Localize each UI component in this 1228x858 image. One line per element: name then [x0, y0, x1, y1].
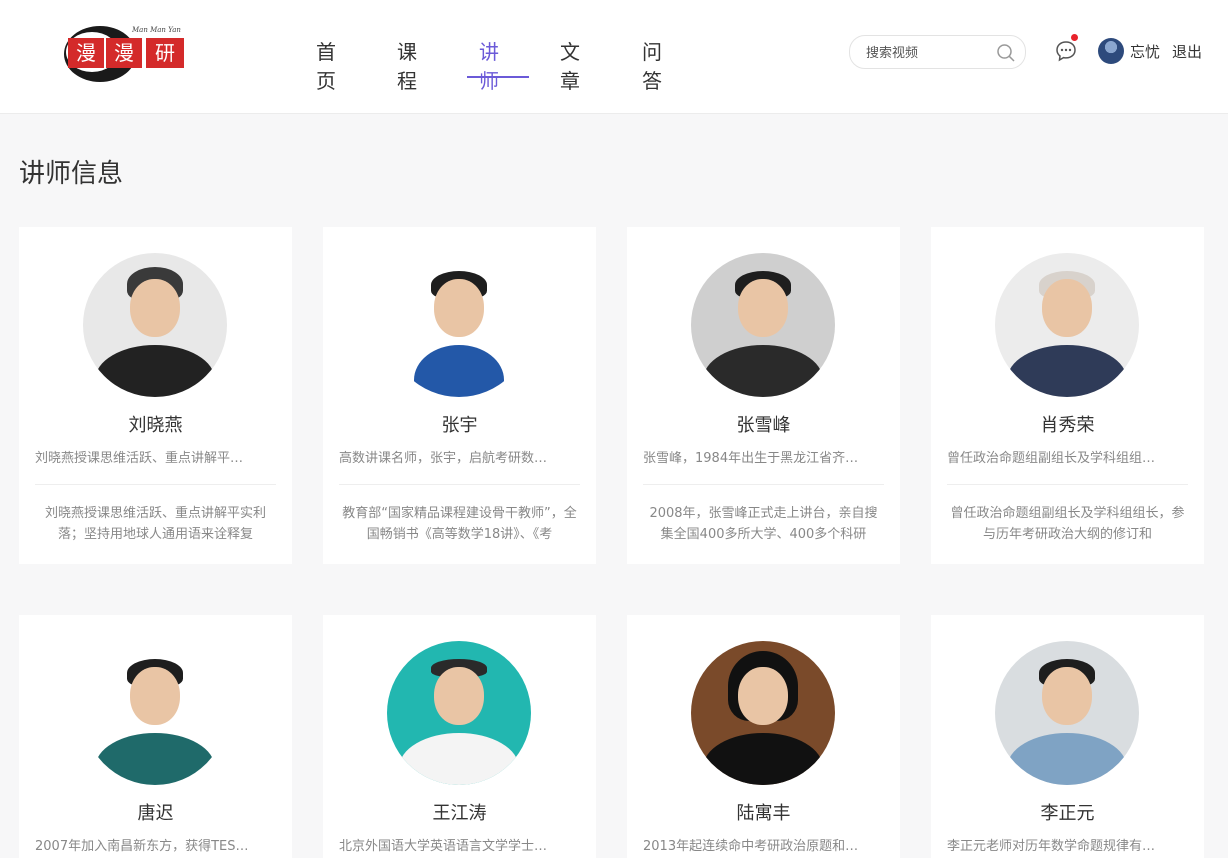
teacher-card[interactable]: 张雪峰 张雪峰，1984年出生于黑龙江省齐… 2008年，张雪峰正式走上讲台，亲… [627, 227, 900, 564]
teacher-photo [387, 253, 531, 397]
teacher-name: 唐迟 [137, 803, 174, 824]
teacher-name: 肖秀荣 [1040, 415, 1095, 436]
search-box [849, 35, 1026, 69]
teacher-photo [387, 641, 531, 785]
svg-text:漫: 漫 [114, 41, 134, 65]
svg-text:研: 研 [155, 41, 175, 65]
teacher-description: 教育部“国家精品课程建设骨干教师”，全国畅销书《高等数学18讲》、《考 [342, 506, 577, 542]
teacher-summary: 高数讲课名师，张宇，启航考研数… [339, 451, 548, 466]
nav-active-indicator [467, 76, 529, 78]
username[interactable]: 忘忧 [1130, 41, 1160, 62]
section-title: 讲师信息 [19, 159, 124, 189]
top-header: 漫 漫 研 Man Man Yan 首页 课程 讲师 文章 问答 忘忧 退出 [0, 0, 1228, 114]
teacher-summary: 2007年加入南昌新东方，获得TES… [35, 839, 249, 854]
nav-articles[interactable]: 文章 [560, 36, 580, 94]
teacher-photo [691, 253, 835, 397]
teacher-summary: 2013年起连续命中考研政治原题和… [643, 839, 859, 854]
logo-tagline: Man Man Yan [132, 26, 181, 34]
teacher-summary: 刘晓燕授课思维活跃、重点讲解平… [35, 451, 244, 466]
teacher-card[interactable]: 刘晓燕 刘晓燕授课思维活跃、重点讲解平… 刘晓燕授课思维活跃、重点讲解平实利落；… [19, 227, 292, 564]
teacher-summary: 张雪峰，1984年出生于黑龙江省齐… [643, 451, 859, 466]
nav-courses[interactable]: 课程 [397, 36, 417, 94]
nav-qa[interactable]: 问答 [642, 36, 662, 94]
teacher-photo [995, 253, 1139, 397]
teacher-photo [995, 641, 1139, 785]
nav-teachers[interactable]: 讲师 [479, 36, 499, 94]
teacher-name: 刘晓燕 [128, 415, 183, 436]
search-input[interactable] [864, 42, 988, 64]
svg-text:漫: 漫 [76, 41, 96, 65]
teacher-photo [691, 641, 835, 785]
teacher-card[interactable]: 唐迟 2007年加入南昌新东方，获得TES… [19, 615, 292, 858]
teacher-name: 王江涛 [432, 803, 487, 824]
message-icon[interactable] [1055, 40, 1077, 66]
teacher-card[interactable]: 张宇 高数讲课名师，张宇，启航考研数… 教育部“国家精品课程建设骨干教师”，全国… [323, 227, 596, 564]
notification-dot [1071, 34, 1078, 41]
nav-home[interactable]: 首页 [316, 36, 336, 94]
teacher-description: 刘晓燕授课思维活跃、重点讲解平实利落；坚持用地球人通用语来诠释复 [44, 506, 266, 542]
user-avatar[interactable] [1098, 38, 1124, 64]
teacher-name: 陆寓丰 [736, 803, 791, 824]
teacher-summary: 曾任政治命题组副组长及学科组组… [947, 451, 1156, 466]
card-divider [35, 484, 276, 485]
teacher-card[interactable]: 李正元 李正元老师对历年数学命题规律有… [931, 615, 1204, 858]
teacher-summary: 北京外国语大学英语语言文学学士… [339, 839, 548, 854]
teacher-photo [83, 253, 227, 397]
teacher-summary: 李正元老师对历年数学命题规律有… [947, 839, 1156, 854]
teacher-name: 李正元 [1040, 803, 1095, 824]
teacher-name: 张宇 [441, 415, 478, 436]
teacher-name: 张雪峰 [736, 415, 791, 436]
teacher-card[interactable]: 肖秀荣 曾任政治命题组副组长及学科组组… 曾任政治命题组副组长及学科组组长，参与… [931, 227, 1204, 564]
teacher-description: 曾任政治命题组副组长及学科组组长，参与历年考研政治大纲的修订和 [950, 506, 1185, 542]
teacher-description: 2008年，张雪峰正式走上讲台，亲自搜集全国400多所大学、400多个科研 [649, 506, 878, 542]
teacher-photo [83, 641, 227, 785]
search-icon[interactable] [996, 43, 1016, 67]
card-divider [339, 484, 580, 485]
card-divider [643, 484, 884, 485]
logout-link[interactable]: 退出 [1172, 41, 1202, 62]
teacher-card[interactable]: 王江涛 北京外国语大学英语语言文学学士… [323, 615, 596, 858]
card-divider [947, 484, 1188, 485]
teacher-card[interactable]: 陆寓丰 2013年起连续命中考研政治原题和… [627, 615, 900, 858]
